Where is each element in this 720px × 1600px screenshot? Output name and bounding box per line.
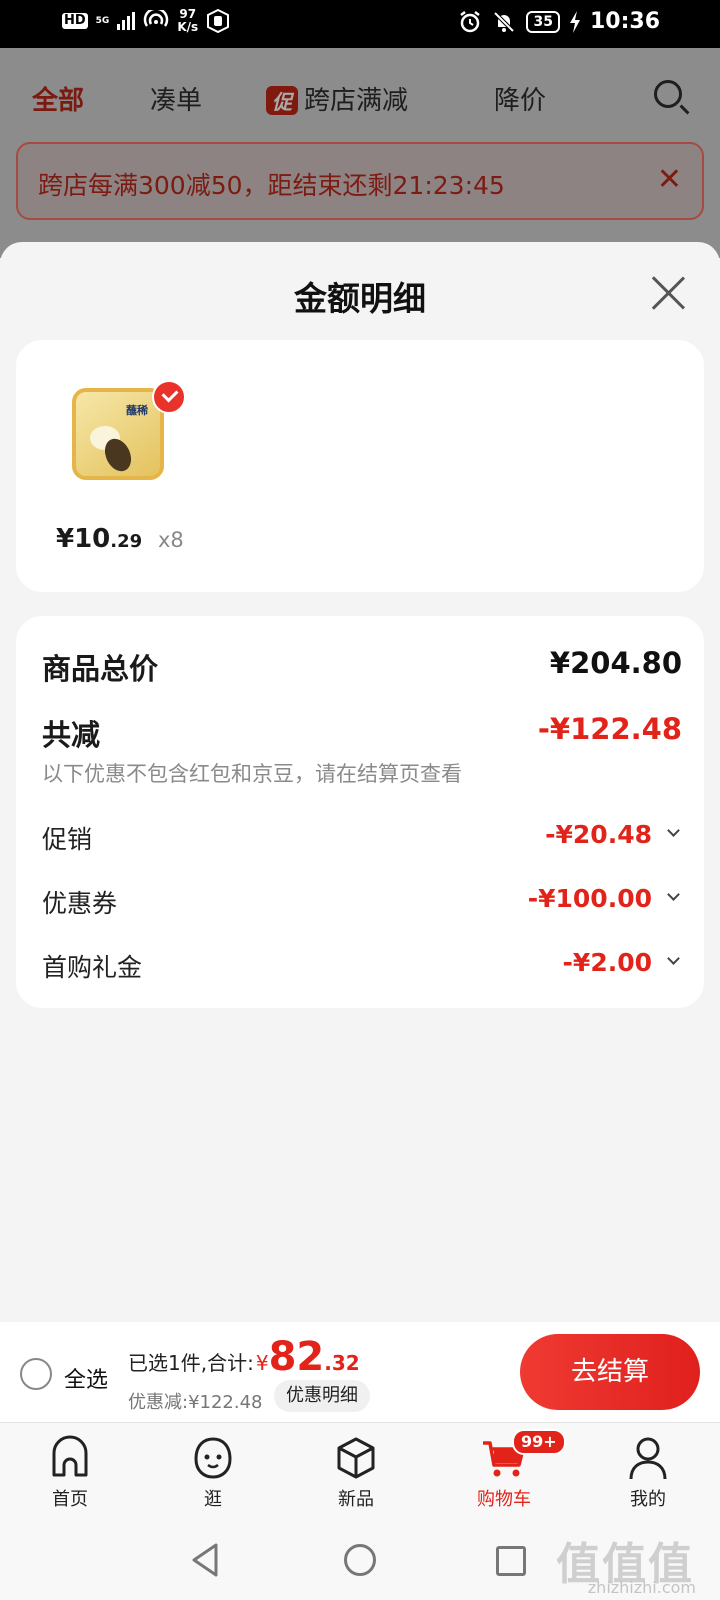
product-checked-icon[interactable]	[152, 380, 186, 414]
nav-cart[interactable]: 99+ 购物车	[444, 1429, 566, 1511]
watermark-url: zhizhizhi.com	[587, 1578, 696, 1597]
discount-label: 优惠券	[42, 889, 118, 918]
home-icon	[47, 1435, 93, 1481]
home-circle-icon[interactable]	[344, 1544, 376, 1576]
discount-total: 优惠减:¥122.48	[128, 1392, 263, 1413]
nav-label: 首页	[52, 1489, 88, 1510]
nav-stroll[interactable]: 逛	[153, 1435, 273, 1511]
background-page: 全部 凑单 促跨店满减 降价 跨店每满300减50，距结束还剩21:23:45 …	[0, 48, 720, 258]
cart-badge: 99+	[512, 1429, 566, 1455]
tab-bundle[interactable]: 凑单	[150, 80, 202, 117]
sheet-title: 金额明细	[294, 279, 426, 318]
product-card: 蘸稀 ¥10.29 x8	[16, 340, 704, 592]
nav-new[interactable]: 新品	[296, 1435, 416, 1511]
back-icon[interactable]	[190, 1542, 220, 1578]
speed-value: 97	[179, 7, 197, 21]
tab-all[interactable]: 全部	[32, 80, 84, 117]
discount-value: -¥2.00	[562, 948, 652, 977]
status-time: 10:36	[589, 9, 660, 34]
chevron-down-icon[interactable]	[667, 824, 680, 837]
status-left: HD 5G 97 K/s	[62, 8, 230, 34]
nav-label: 新品	[338, 1489, 374, 1510]
product-image[interactable]: 蘸稀	[72, 388, 164, 480]
checkout-button[interactable]: 去结算	[520, 1334, 700, 1410]
hd-icon: HD	[62, 13, 88, 29]
profile-icon	[625, 1435, 671, 1481]
price-dec: .29	[110, 531, 143, 552]
hand-icon	[207, 9, 230, 33]
chevron-down-icon[interactable]	[667, 952, 680, 965]
bottom-nav: 首页 逛 新品 99+ 购物车 我的	[0, 1422, 720, 1522]
nav-profile[interactable]: 我的	[588, 1435, 708, 1511]
total-symbol: ¥	[255, 1351, 269, 1375]
total-value: ¥204.80	[549, 646, 682, 680]
stroll-face-icon	[190, 1435, 236, 1481]
tab-cross-store[interactable]: 促跨店满减	[266, 80, 408, 117]
close-icon[interactable]	[650, 274, 686, 310]
system-nav: 值值值 zhizhizhi.com	[0, 1522, 720, 1600]
product-brand-label: 蘸稀	[126, 404, 148, 417]
speed-unit: K/s	[177, 20, 199, 34]
product-quantity: x8	[158, 528, 184, 552]
promo-banner: 跨店每满300减50，距结束还剩21:23:45 ✕	[16, 142, 704, 220]
search-icon[interactable]	[654, 80, 682, 108]
total-line: 已选1件,合计: ¥ 82 .32	[128, 1334, 360, 1380]
cube-icon	[333, 1435, 379, 1481]
price-symbol: ¥	[56, 524, 75, 554]
nav-label: 逛	[204, 1489, 222, 1510]
amount-detail-sheet: 金额明细 蘸稀 ¥10.29 x8 商品总价 ¥204.80 共减 -¥122.…	[0, 242, 720, 1322]
network-type: 5G	[95, 15, 110, 26]
discount-detail-button[interactable]: 优惠明细	[274, 1380, 370, 1412]
discount-label: 首购礼金	[42, 953, 143, 982]
summary-card: 商品总价 ¥204.80 共减 -¥122.48 以下优惠不包含红包和京豆，请在…	[16, 616, 704, 1008]
discount-label: 促销	[42, 825, 93, 854]
product-price: ¥10.29	[56, 524, 142, 554]
select-all-label[interactable]: 全选	[64, 1362, 108, 1394]
signal-icon	[117, 12, 136, 30]
promo-tag: 促	[266, 86, 298, 115]
status-bar: HD 5G 97 K/s 35 10:36	[0, 0, 720, 48]
price-int: 10	[74, 524, 111, 554]
total-label: 商品总价	[42, 652, 159, 686]
recent-apps-icon[interactable]	[496, 1546, 526, 1576]
nav-home[interactable]: 首页	[10, 1435, 130, 1511]
nav-label: 购物车	[477, 1489, 531, 1510]
banner-text: 跨店每满300减50，距结束还剩21:23:45	[38, 171, 505, 200]
network-speed: 97 K/s	[177, 8, 198, 34]
discount-note: 以下优惠不包含红包和京豆，请在结算页查看	[42, 762, 462, 786]
tab-cross-store-label: 跨店满减	[304, 86, 409, 116]
banner-close-icon[interactable]: ✕	[657, 162, 682, 197]
discount-value: -¥100.00	[527, 884, 652, 913]
battery-indicator: 35	[526, 10, 560, 33]
total-dec: .32	[324, 1351, 360, 1375]
reduce-value: -¥122.48	[537, 712, 682, 746]
tab-price-drop[interactable]: 降价	[494, 80, 546, 117]
discount-value: -¥20.48	[545, 820, 652, 849]
total-int: 82	[268, 1334, 325, 1380]
selected-text: 已选1件,合计:	[128, 1351, 254, 1375]
chevron-down-icon[interactable]	[667, 888, 680, 901]
mute-icon	[494, 11, 515, 32]
alarm-icon	[460, 10, 481, 32]
hotspot-icon	[144, 10, 169, 27]
charging-icon	[569, 10, 580, 33]
cart-tabs: 全部 凑单 促跨店满减 降价	[0, 48, 720, 144]
status-right: 35 10:36	[458, 9, 660, 34]
reduce-label: 共减	[42, 718, 101, 752]
checkout-bar: 全选 已选1件,合计: ¥ 82 .32 优惠减:¥122.48 优惠明细 去结…	[0, 1322, 720, 1422]
nav-label: 我的	[630, 1489, 666, 1510]
select-all-radio[interactable]	[20, 1358, 52, 1390]
